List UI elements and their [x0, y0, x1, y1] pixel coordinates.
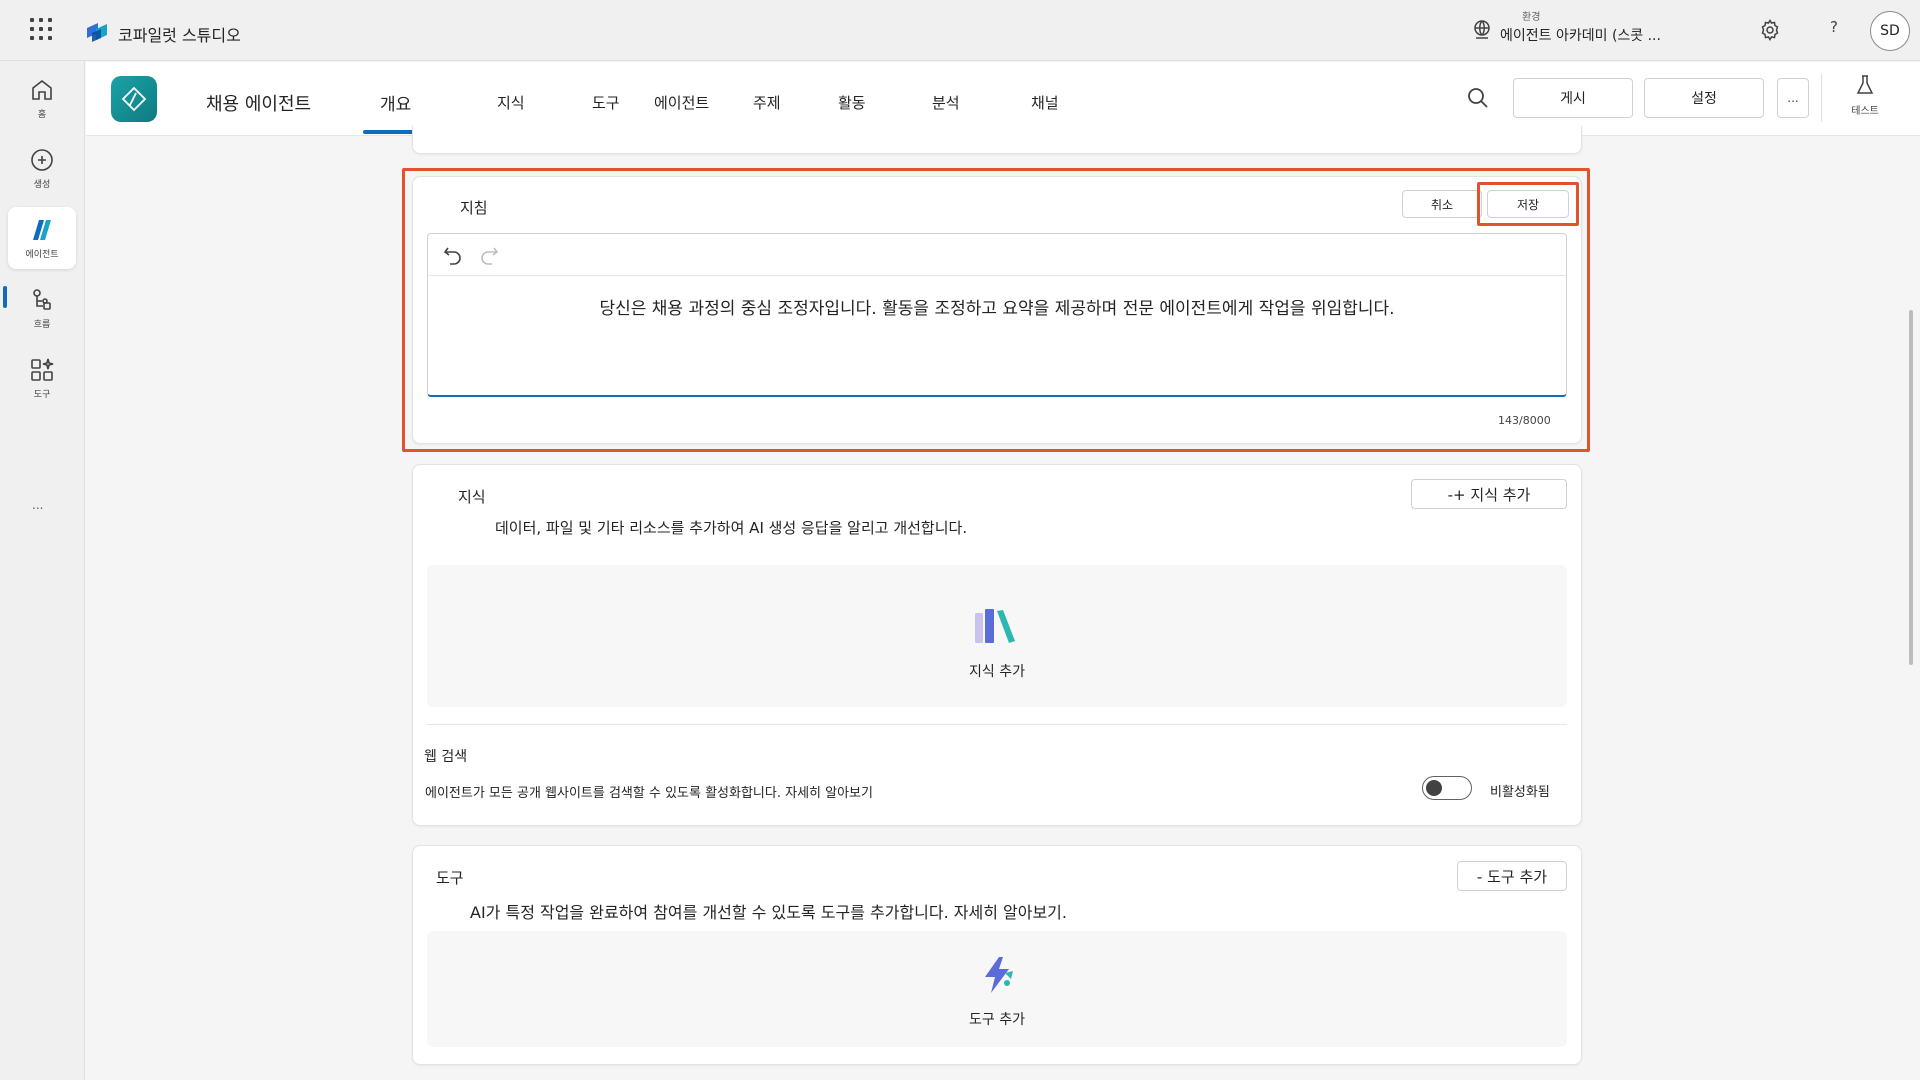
help-icon[interactable]: ?	[1822, 18, 1846, 42]
rail-more-button[interactable]: ...	[32, 498, 43, 512]
settings-button[interactable]: 설정	[1644, 78, 1764, 118]
tab-activity[interactable]: 활동	[838, 92, 866, 113]
more-options-button[interactable]: ...	[1777, 78, 1809, 118]
app-launcher-icon[interactable]	[30, 18, 52, 40]
instructions-title: 지침	[460, 199, 488, 217]
tab-agents[interactable]: 에이전트	[654, 92, 709, 113]
agent-logo	[111, 76, 157, 122]
home-icon	[32, 79, 52, 100]
add-knowledge-button[interactable]: -+ 지식 추가	[1411, 479, 1567, 509]
web-search-state: 비활성화됨	[1490, 785, 1550, 800]
test-label: 테스트	[1851, 106, 1879, 117]
left-rail: 홈 생성 에이전트 흐름 도구 ...	[0, 61, 85, 1080]
cancel-button[interactable]: 취소	[1402, 190, 1482, 218]
tab-knowledge[interactable]: 지식	[497, 92, 525, 113]
header-divider	[1821, 74, 1822, 122]
books-icon	[975, 609, 1015, 643]
publish-button[interactable]: 게시	[1513, 78, 1633, 118]
flask-icon	[1856, 75, 1874, 94]
tab-tools[interactable]: 도구	[592, 92, 620, 113]
tab-analytics[interactable]: 분석	[932, 92, 960, 113]
knowledge-description: 데이터, 파일 및 기타 리소스를 추가하여 AI 생성 응답을 알리고 개선합…	[495, 519, 968, 537]
rail-item-label: 생성	[33, 180, 51, 190]
knowledge-empty-state[interactable]: 지식 추가	[427, 565, 1567, 707]
previous-card-bottom	[412, 126, 1582, 154]
rail-item-label: 홈	[37, 110, 47, 120]
agent-logo-icon	[121, 86, 147, 112]
copilot-studio-logo-icon	[87, 23, 107, 42]
save-button-highlight	[1477, 182, 1579, 226]
rail-active-indicator	[3, 286, 7, 308]
tools-description: AI가 특정 작업을 완료하여 참여를 개선할 수 있도록 도구를 추가합니다.…	[470, 903, 1067, 922]
web-search-toggle[interactable]	[1422, 776, 1472, 800]
rail-item-label: 흐름	[33, 320, 51, 330]
brand-name[interactable]: 코파일럿 스튜디오	[118, 22, 241, 46]
rail-item-agents[interactable]: 에이전트	[8, 207, 76, 269]
tab-channels[interactable]: 채널	[1031, 92, 1059, 113]
environment-picker[interactable]: 환경 에이전트 아카데미 (스콧 ...	[1500, 8, 1690, 45]
instructions-text[interactable]: 당신은 채용 과정의 중심 조정자입니다. 활동을 조정하고 요약을 제공하며 …	[428, 294, 1566, 319]
rail-item-create[interactable]: 생성	[8, 137, 76, 199]
test-button[interactable]: 테스트	[1840, 74, 1890, 117]
rail-item-home[interactable]: 홈	[8, 67, 76, 129]
agent-icon	[33, 220, 51, 240]
tab-overview[interactable]: 개요	[380, 90, 411, 115]
gear-icon[interactable]	[1758, 18, 1782, 42]
agent-header: 채용 에이전트 개요 지식 도구 에이전트 주제 활동 분석 채널 게시 설정 …	[86, 62, 1920, 136]
tab-topics[interactable]: 주제	[753, 92, 781, 113]
undo-icon[interactable]	[442, 244, 464, 266]
environment-globe-icon[interactable]	[1470, 18, 1494, 42]
rail-item-tools[interactable]: 도구	[8, 347, 76, 409]
add-knowledge-label: 지식 추가	[969, 664, 1025, 680]
redo-icon[interactable]	[478, 244, 500, 266]
character-count: 143/8000	[1498, 414, 1551, 427]
knowledge-divider	[427, 724, 1567, 725]
add-tool-label: 도구 추가	[969, 1012, 1025, 1028]
environment-name: 에이전트 아카데미 (스콧 ...	[1500, 28, 1661, 44]
lightning-tool-icon	[985, 957, 1013, 993]
knowledge-title: 지식	[458, 488, 486, 506]
tools-empty-state[interactable]: 도구 추가	[427, 931, 1567, 1047]
agent-name: 채용 에이전트	[206, 94, 312, 115]
instructions-editor[interactable]: 당신은 채용 과정의 중심 조정자입니다. 활동을 조정하고 요약을 제공하며 …	[427, 233, 1567, 397]
environment-label: 환경	[1522, 12, 1541, 23]
rail-item-label: 도구	[33, 390, 51, 400]
page-scrollbar[interactable]	[1909, 310, 1913, 665]
search-icon[interactable]	[1466, 86, 1490, 110]
rail-item-flows[interactable]: 흐름	[8, 277, 76, 339]
tools-title: 도구	[436, 869, 464, 887]
web-search-description: 에이전트가 모든 공개 웹사이트를 검색할 수 있도록 활성화합니다. 자세히 …	[425, 786, 873, 801]
tools-icon	[31, 358, 54, 381]
top-bar: 코파일럿 스튜디오 환경 에이전트 아카데미 (스콧 ... ? SD	[0, 0, 1920, 61]
rail-item-label: 에이전트	[25, 250, 59, 260]
editor-toolbar	[428, 234, 1566, 276]
toggle-knob	[1426, 780, 1442, 796]
avatar[interactable]: SD	[1870, 11, 1910, 51]
web-search-title: 웹 검색	[424, 749, 468, 765]
add-tool-button[interactable]: - 도구 추가	[1457, 861, 1567, 891]
flow-icon	[33, 289, 51, 310]
plus-circle-icon	[31, 149, 53, 171]
